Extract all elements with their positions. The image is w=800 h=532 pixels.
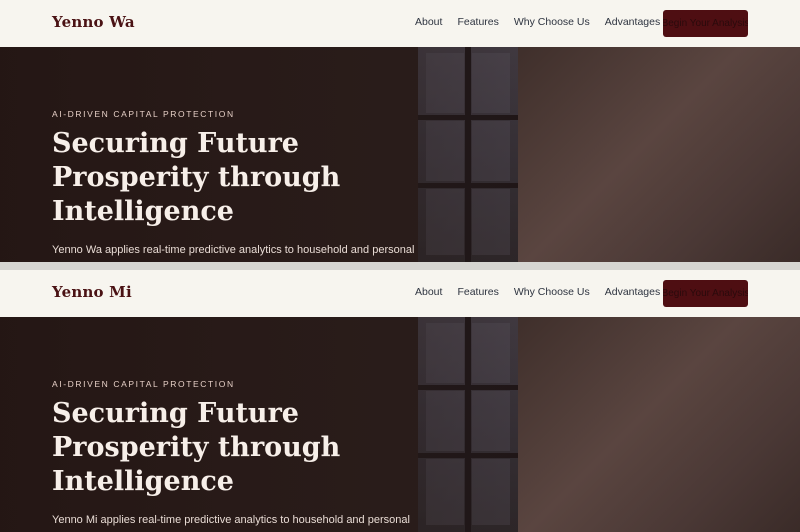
hero-right-panel bbox=[518, 317, 800, 532]
hero-body-text: Yenno Wa applies real-time predictive an… bbox=[52, 244, 415, 256]
nav-link-about[interactable]: About bbox=[415, 16, 442, 28]
begin-analysis-button[interactable]: Begin Your Analysis bbox=[663, 280, 748, 307]
hero-eyebrow: AI-DRIVEN CAPITAL PROTECTION bbox=[52, 379, 235, 389]
nav-link-features[interactable]: Features bbox=[457, 286, 498, 298]
brand-logo[interactable]: Yenno Mi bbox=[52, 283, 132, 301]
hero-eyebrow: AI-DRIVEN CAPITAL PROTECTION bbox=[52, 109, 235, 119]
page-preview-a: Yenno Wa About Features Why Choose Us Ad… bbox=[0, 0, 800, 262]
nav-link-about[interactable]: About bbox=[415, 286, 442, 298]
brand-logo[interactable]: Yenno Wa bbox=[52, 13, 135, 31]
navbar: Yenno Wa About Features Why Choose Us Ad… bbox=[0, 0, 800, 47]
nav-link-advantages[interactable]: Advantages bbox=[605, 16, 660, 28]
hero-section: AI-DRIVEN CAPITAL PROTECTION Securing Fu… bbox=[0, 317, 800, 532]
nav-link-why-choose-us[interactable]: Why Choose Us bbox=[514, 286, 590, 298]
nav-links: About Features Why Choose Us Advantages bbox=[415, 286, 675, 298]
nav-links: About Features Why Choose Us Advantages bbox=[415, 16, 675, 28]
hero-section: AI-DRIVEN CAPITAL PROTECTION Securing Fu… bbox=[0, 47, 800, 262]
hero-body-text: Yenno Mi applies real-time predictive an… bbox=[52, 514, 410, 526]
hero-headline: Securing Future Prosperity through Intel… bbox=[52, 128, 341, 227]
hero-right-panel bbox=[518, 47, 800, 262]
nav-link-why-choose-us[interactable]: Why Choose Us bbox=[514, 16, 590, 28]
nav-link-advantages[interactable]: Advantages bbox=[605, 286, 660, 298]
navbar: Yenno Mi About Features Why Choose Us Ad… bbox=[0, 270, 800, 317]
page-preview-b: Yenno Mi About Features Why Choose Us Ad… bbox=[0, 270, 800, 532]
begin-analysis-button[interactable]: Begin Your Analysis bbox=[663, 10, 748, 37]
nav-link-features[interactable]: Features bbox=[457, 16, 498, 28]
hero-headline: Securing Future Prosperity through Intel… bbox=[52, 398, 341, 497]
